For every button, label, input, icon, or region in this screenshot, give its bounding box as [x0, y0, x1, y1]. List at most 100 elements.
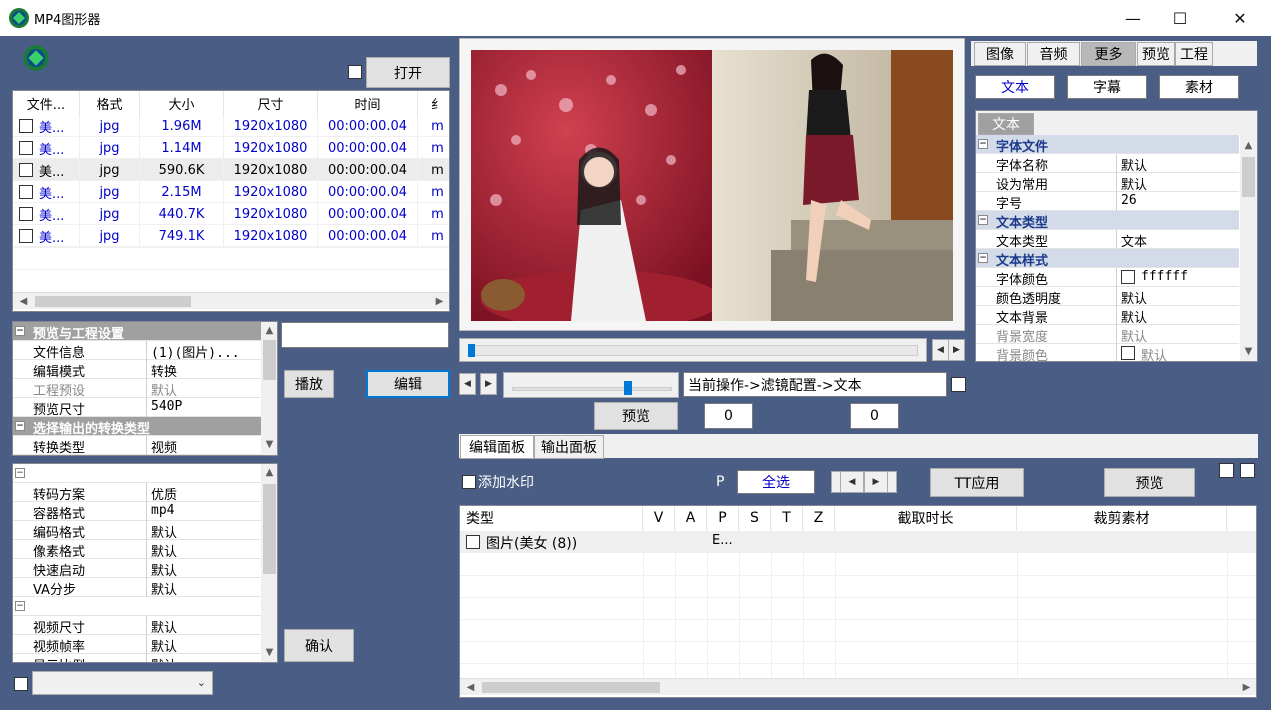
clip-table-hscroll[interactable]: ◀ ▶: [460, 678, 1256, 696]
category-row[interactable]: − 字体文件: [976, 135, 1239, 155]
position-thumb[interactable]: [624, 381, 632, 395]
prop-row[interactable]: 视频帧率 默认: [13, 635, 262, 655]
watermark-checkbox[interactable]: [462, 475, 476, 489]
prop-row[interactable]: 预览尺寸 540P: [13, 398, 262, 418]
prop-row[interactable]: 转换类型 视频: [13, 436, 262, 455]
table-row[interactable]: 美... jpg 2.15M 1920x1080 00:00:00.04 m: [13, 181, 449, 203]
maximize-button[interactable]: ☐: [1157, 0, 1203, 36]
tab-output-panel[interactable]: 输出面板: [534, 435, 604, 459]
start-value-field[interactable]: 0: [704, 403, 753, 429]
output-vscroll[interactable]: ▲ ▼: [261, 464, 277, 662]
category-row[interactable]: − 文本样式: [976, 249, 1239, 269]
position-slider[interactable]: [503, 372, 679, 398]
collapse-icon[interactable]: −: [978, 253, 988, 263]
page-next-icon[interactable]: ▶: [864, 471, 888, 493]
prop-row[interactable]: 视频尺寸 默认: [13, 616, 262, 636]
collapse-icon[interactable]: −: [15, 601, 25, 611]
tab-project[interactable]: 工程: [1175, 42, 1213, 66]
col-header[interactable]: 纟: [418, 91, 449, 115]
prop-row[interactable]: 编辑模式 转换: [13, 360, 262, 380]
prop-row[interactable]: 工程预设 默认: [13, 379, 262, 399]
prop-row[interactable]: 编码格式 默认: [13, 521, 262, 541]
settings-vscroll[interactable]: ▲ ▼: [261, 322, 277, 455]
prop-row[interactable]: 字体颜色 ffffff: [976, 268, 1239, 288]
col-header[interactable]: T: [771, 506, 803, 530]
open-button[interactable]: 打开: [366, 57, 450, 88]
prop-row[interactable]: 字号 26: [976, 192, 1239, 212]
scroll-down-icon[interactable]: ▼: [261, 436, 277, 453]
info-field[interactable]: [281, 322, 449, 348]
page-prev-icon[interactable]: ◀: [840, 471, 864, 493]
prop-row[interactable]: 容器格式 mp4: [13, 502, 262, 522]
scroll-thumb[interactable]: [35, 296, 191, 307]
collapse-icon[interactable]: −: [15, 421, 25, 431]
scroll-up-icon[interactable]: ▲: [1240, 137, 1257, 154]
col-header[interactable]: 时间: [318, 91, 418, 115]
open-checkbox[interactable]: [348, 65, 362, 79]
tab-text[interactable]: 文本: [978, 113, 1034, 135]
col-header[interactable]: 大小: [140, 91, 224, 115]
color-swatch[interactable]: [1121, 270, 1135, 284]
step-back-icon[interactable]: ◀: [459, 373, 476, 395]
timeline-next-icon[interactable]: ▶: [948, 339, 965, 361]
col-header[interactable]: 截取时长: [835, 506, 1017, 530]
scroll-up-icon[interactable]: ▲: [261, 464, 277, 481]
file-list-hscroll[interactable]: ◀ ▶: [13, 292, 449, 310]
collapse-icon[interactable]: −: [978, 215, 988, 225]
prop-row[interactable]: 文本背景 默认: [976, 306, 1239, 326]
table-row[interactable]: 美... jpg 749.1K 1920x1080 00:00:00.04 m: [13, 225, 449, 247]
props-vscroll[interactable]: ▲ ▼: [1240, 135, 1257, 361]
timeline-prev-icon[interactable]: ◀: [932, 339, 949, 361]
col-header[interactable]: 尺寸: [224, 91, 318, 115]
tt-apply-button[interactable]: TT应用: [930, 468, 1024, 497]
tab-image[interactable]: 图像: [974, 42, 1026, 66]
col-header[interactable]: 文件...: [13, 91, 80, 115]
play-button[interactable]: 播放: [284, 370, 334, 398]
color-swatch[interactable]: [1121, 346, 1135, 360]
timeline-slider[interactable]: [459, 338, 927, 362]
table-row[interactable]: 美... jpg 1.96M 1920x1080 00:00:00.04 m: [13, 115, 449, 137]
row-checkbox[interactable]: [466, 535, 480, 549]
operation-field[interactable]: 当前操作->滤镜配置->文本: [683, 372, 947, 397]
prop-row[interactable]: 显示比例默认: [13, 654, 262, 662]
col-header[interactable]: A: [675, 506, 707, 530]
preview-panel-button[interactable]: 预览: [1104, 468, 1195, 497]
option-checkbox-2[interactable]: [1240, 463, 1255, 478]
timeline-thumb[interactable]: [468, 344, 475, 357]
operation-checkbox[interactable]: [951, 377, 966, 392]
scroll-right-icon[interactable]: ▶: [431, 293, 448, 310]
table-row[interactable]: 美... jpg 440.7K 1920x1080 00:00:00.04 m: [13, 203, 449, 225]
subtab-material[interactable]: 素材: [1159, 75, 1239, 99]
end-value-field[interactable]: 0: [850, 403, 899, 429]
edit-button[interactable]: 编辑: [366, 370, 450, 398]
col-header[interactable]: Z: [803, 506, 835, 530]
col-header[interactable]: S: [739, 506, 771, 530]
col-header[interactable]: 类型: [460, 506, 643, 530]
tab-more[interactable]: 更多: [1081, 42, 1136, 66]
table-row[interactable]: 图片(美女 (8)) E...: [460, 531, 1256, 553]
prop-row[interactable]: 颜色透明度 默认: [976, 287, 1239, 307]
prop-row[interactable]: 转码方案 优质: [13, 483, 262, 503]
collapse-icon[interactable]: −: [15, 326, 25, 336]
bottom-checkbox[interactable]: [14, 677, 28, 691]
col-header[interactable]: 格式: [80, 91, 140, 115]
subtab-subtitle[interactable]: 字幕: [1067, 75, 1147, 99]
scroll-left-icon[interactable]: ◀: [462, 679, 479, 696]
table-row[interactable]: 美... jpg 590.6K 1920x1080 00:00:00.04 m: [13, 159, 449, 181]
col-header[interactable]: V: [643, 506, 675, 530]
option-checkbox-1[interactable]: [1219, 463, 1234, 478]
prop-row[interactable]: 文本类型 文本: [976, 230, 1239, 250]
confirm-button[interactable]: 确认: [284, 629, 354, 662]
table-row[interactable]: 美... jpg 1.14M 1920x1080 00:00:00.04 m: [13, 137, 449, 159]
close-button[interactable]: ✕: [1217, 0, 1263, 36]
scroll-up-icon[interactable]: ▲: [261, 322, 277, 339]
prop-row[interactable]: 背景宽度 默认: [976, 325, 1239, 345]
subtab-text[interactable]: 文本: [975, 75, 1055, 99]
scroll-left-icon[interactable]: ◀: [15, 293, 32, 310]
scroll-right-icon[interactable]: ▶: [1238, 679, 1255, 696]
category-row[interactable]: − 文本类型: [976, 211, 1239, 231]
step-forward-icon[interactable]: ▶: [480, 373, 497, 395]
preview-button[interactable]: 预览: [594, 402, 678, 430]
minimize-button[interactable]: —: [1110, 0, 1156, 36]
prop-row[interactable]: 字体名称 默认: [976, 154, 1239, 174]
